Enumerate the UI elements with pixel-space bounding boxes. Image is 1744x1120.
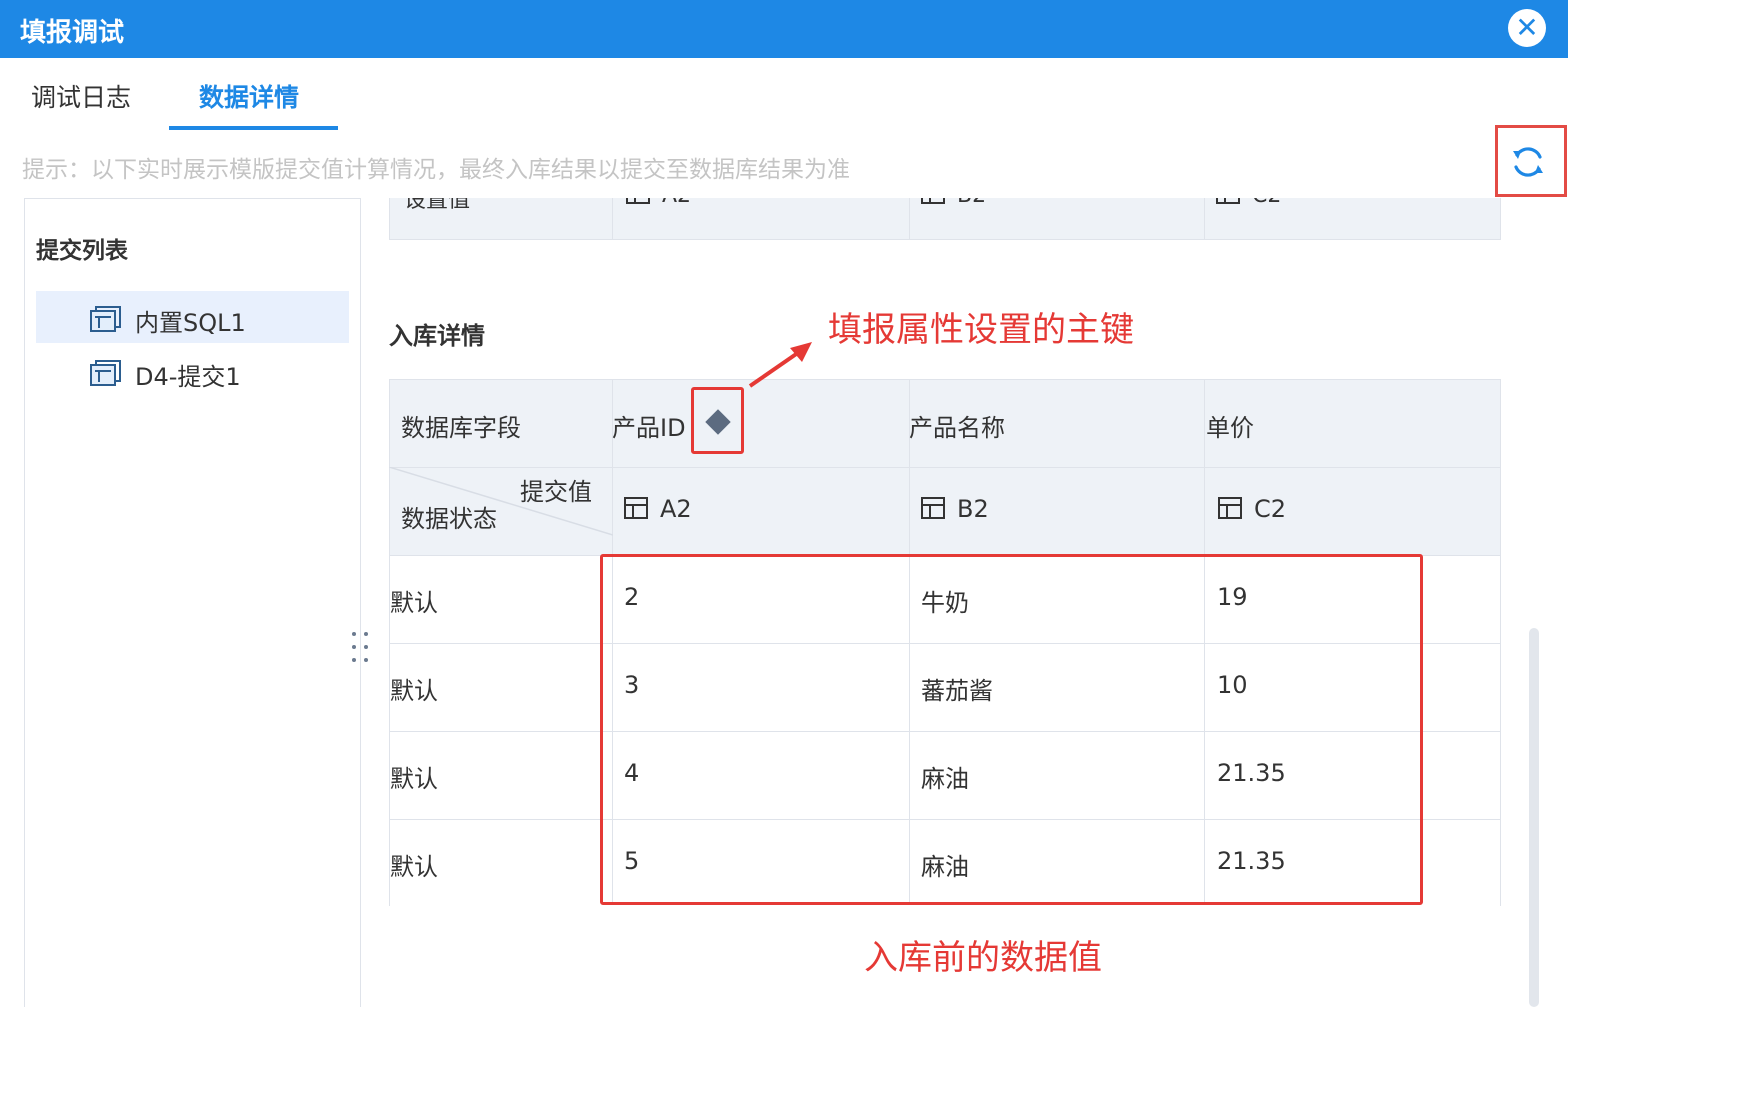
- table-icon: [90, 306, 121, 332]
- submit-value-header: 提交值: [520, 478, 592, 506]
- cell-ref-icon: [1218, 497, 1242, 519]
- primary-key-annotation: 填报属性设置的主键: [828, 310, 1134, 350]
- column-header: 产品ID: [612, 414, 686, 442]
- hint-text: 提示：以下实时展示模版提交值计算情况，最终入库结果以提交至数据库结果为准: [22, 157, 850, 183]
- row-status: 默认: [390, 677, 438, 705]
- submit-list-item[interactable]: D4-提交1: [36, 345, 349, 397]
- close-icon[interactable]: ✕: [1508, 9, 1546, 47]
- data-values-highlight-box: [600, 554, 1423, 905]
- settings-row-label: 设置值: [404, 198, 471, 213]
- cell-ref-icon: [626, 198, 650, 204]
- storage-details-title: 入库详情: [389, 322, 485, 350]
- active-tab-indicator: [169, 126, 338, 130]
- settings-cell: A2: [626, 198, 691, 208]
- cell-ref-icon: [921, 497, 945, 519]
- cell-ref-icon: [1216, 198, 1240, 204]
- dialog-title: 填报调试: [20, 18, 125, 48]
- cell-ref-icon: [921, 198, 945, 204]
- primary-key-highlight-box: [691, 387, 744, 454]
- panel-resize-handle-icon[interactable]: [348, 630, 372, 664]
- cell-ref-icon: [624, 497, 648, 519]
- data-values-annotation: 入库前的数据值: [864, 938, 1102, 978]
- vertical-scrollbar[interactable]: [1529, 628, 1539, 1007]
- dialog-titlebar: 填报调试 ✕: [0, 0, 1568, 58]
- db-field-header: 数据库字段: [401, 414, 521, 442]
- annotation-arrow-icon: [748, 342, 812, 388]
- submit-list-item-label: D4-提交1: [135, 363, 241, 391]
- settings-cell: B2: [921, 198, 986, 208]
- data-status-header: 数据状态: [401, 505, 497, 533]
- settings-cell: C2: [1216, 198, 1281, 208]
- refresh-icon[interactable]: [1511, 145, 1545, 179]
- row-status: 默认: [390, 765, 438, 793]
- settings-table-row: 设置值 A2 B2 C2: [389, 198, 1501, 240]
- submit-ref: A2: [624, 495, 692, 523]
- submit-list-item[interactable]: 内置SQL1: [36, 291, 349, 343]
- submit-list-title: 提交列表: [36, 238, 128, 264]
- submit-ref: B2: [921, 495, 989, 523]
- row-status: 默认: [390, 589, 438, 617]
- tab-data-details[interactable]: 数据详情: [199, 78, 299, 114]
- row-status: 默认: [390, 853, 438, 881]
- tab-debug-log[interactable]: 调试日志: [31, 78, 131, 114]
- table-icon: [90, 360, 121, 386]
- submit-ref: C2: [1218, 495, 1286, 523]
- submit-list-item-label: 内置SQL1: [135, 309, 246, 337]
- column-header: 单价: [1206, 414, 1254, 442]
- column-header: 产品名称: [909, 414, 1005, 442]
